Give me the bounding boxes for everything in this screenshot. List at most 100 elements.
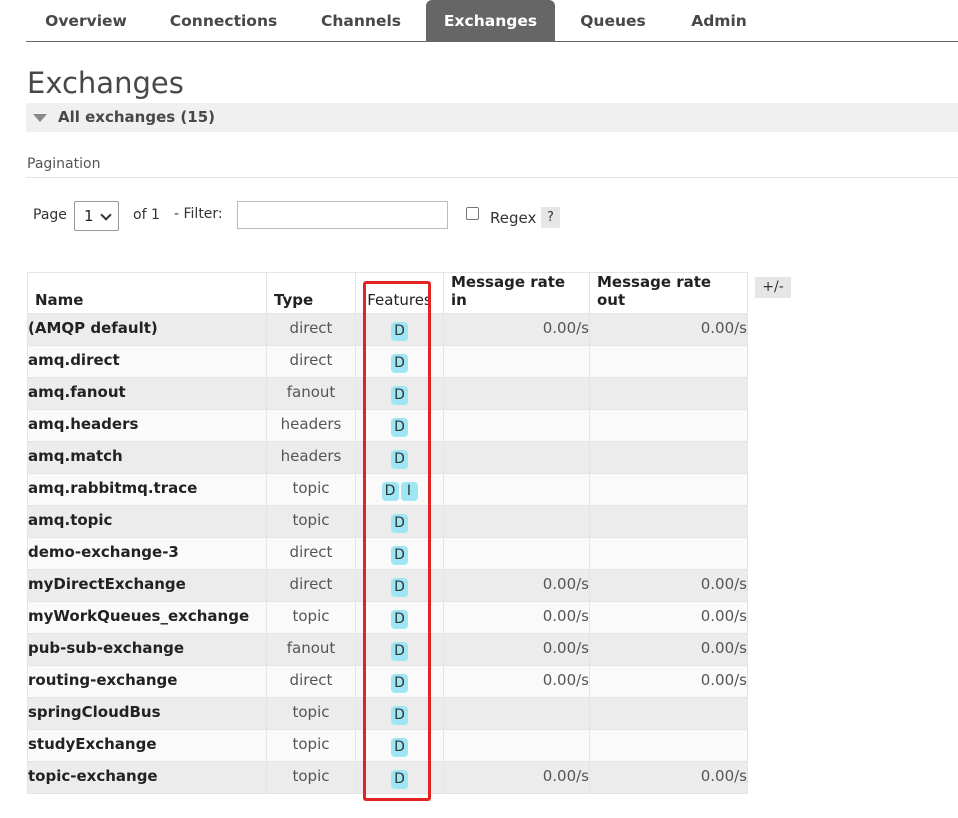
page-select[interactable]: 1 — [74, 201, 119, 231]
message-rate-in — [443, 441, 590, 474]
tab-admin[interactable]: Admin — [674, 0, 764, 41]
page-label: Page — [33, 207, 67, 223]
tab-connections[interactable]: Connections — [157, 0, 290, 41]
exchange-name-link[interactable]: topic-exchange — [27, 761, 267, 794]
exchange-type: headers — [266, 409, 356, 442]
feature-badge[interactable]: D — [381, 482, 399, 501]
regex-help-button[interactable]: ? — [541, 207, 560, 228]
filter-label: - Filter: — [174, 206, 223, 222]
feature-badge[interactable]: D — [391, 322, 408, 341]
feature-badge[interactable]: D — [391, 386, 408, 405]
exchange-features: D — [355, 569, 444, 602]
message-rate-in: 0.00/s — [443, 633, 590, 666]
exchange-type: direct — [266, 569, 356, 602]
feature-badge[interactable]: D — [391, 450, 408, 469]
message-rate-out — [589, 377, 748, 410]
tab-channels[interactable]: Channels — [306, 0, 416, 41]
exchange-name-link[interactable]: amq.rabbitmq.trace — [27, 473, 267, 506]
exchange-name-link[interactable]: amq.match — [27, 441, 267, 474]
exchange-name-link[interactable]: myDirectExchange — [27, 569, 267, 602]
table-row: amq.rabbitmq.trace topic D I — [27, 473, 748, 506]
column-header-type[interactable]: Type — [266, 272, 356, 314]
table-row: pub-sub-exchange fanout D 0.00/s 0.00/s — [27, 633, 748, 666]
page-count-label: of 1 — [133, 207, 160, 223]
message-rate-in: 0.00/s — [443, 601, 590, 634]
exchange-type: direct — [266, 313, 356, 346]
table-row: topic-exchange topic D 0.00/s 0.00/s — [27, 761, 748, 794]
message-rate-out: 0.00/s — [589, 569, 748, 602]
message-rate-out — [589, 729, 748, 762]
message-rate-in — [443, 377, 590, 410]
exchange-name-link[interactable]: springCloudBus — [27, 697, 267, 730]
exchange-type: fanout — [266, 377, 356, 410]
exchange-features: D — [355, 729, 444, 762]
column-header-name[interactable]: Name — [27, 272, 267, 314]
table-row: myWorkQueues_exchange topic D 0.00/s 0.00/s — [27, 601, 748, 634]
message-rate-out — [589, 441, 748, 474]
tab-overview[interactable]: Overview — [26, 0, 146, 41]
all-exchanges-toggle[interactable]: All exchanges (15) — [26, 103, 958, 132]
table-row: amq.match headers D — [27, 441, 748, 474]
feature-badge[interactable]: D — [391, 546, 408, 565]
exchange-features: D — [355, 633, 444, 666]
message-rate-out: 0.00/s — [589, 313, 748, 346]
feature-badge[interactable]: D — [391, 706, 408, 725]
regex-checkbox[interactable] — [466, 207, 479, 220]
exchange-features: D — [355, 409, 444, 442]
chevron-down-icon — [100, 209, 112, 221]
exchange-type: topic — [266, 505, 356, 538]
exchange-features: D — [355, 505, 444, 538]
message-rate-in: 0.00/s — [443, 761, 590, 794]
tab-queues[interactable]: Queues — [567, 0, 659, 41]
table-row: demo-exchange-3 direct D — [27, 537, 748, 570]
exchange-type: topic — [266, 473, 356, 506]
exchange-features: D — [355, 665, 444, 698]
exchange-name-link[interactable]: demo-exchange-3 — [27, 537, 267, 570]
exchange-type: topic — [266, 729, 356, 762]
message-rate-in — [443, 473, 590, 506]
feature-badge[interactable]: D — [391, 770, 408, 789]
exchange-name-link[interactable]: routing-exchange — [27, 665, 267, 698]
feature-badge[interactable]: D — [391, 578, 408, 597]
exchange-name-link[interactable]: amq.topic — [27, 505, 267, 538]
exchange-name-link[interactable]: myWorkQueues_exchange — [27, 601, 267, 634]
column-header-rate-out: Message rate out — [589, 272, 748, 314]
feature-badge[interactable]: D — [391, 642, 408, 661]
exchange-type: direct — [266, 537, 356, 570]
feature-badge[interactable]: D — [391, 514, 408, 533]
exchange-features: D — [355, 761, 444, 794]
divider — [26, 177, 958, 178]
table-row: myDirectExchange direct D 0.00/s 0.00/s — [27, 569, 748, 602]
exchange-name-link[interactable]: pub-sub-exchange — [27, 633, 267, 666]
exchange-name-link[interactable]: amq.headers — [27, 409, 267, 442]
exchange-name-link[interactable]: studyExchange — [27, 729, 267, 762]
feature-badge[interactable]: I — [400, 482, 418, 501]
feature-badge[interactable]: D — [391, 418, 408, 437]
exchange-name-link[interactable]: amq.fanout — [27, 377, 267, 410]
regex-label: Regex — [490, 209, 537, 227]
column-header-rate-in: Message rate in — [443, 272, 590, 314]
feature-badge[interactable]: D — [391, 354, 408, 373]
feature-badge[interactable]: D — [391, 738, 408, 757]
message-rate-in — [443, 537, 590, 570]
exchange-name-link[interactable]: (AMQP default) — [27, 313, 267, 346]
exchange-features: D — [355, 313, 444, 346]
table-row: studyExchange topic D — [27, 729, 748, 762]
column-toggle-button[interactable]: +/- — [755, 277, 791, 298]
filter-input[interactable] — [237, 201, 448, 229]
message-rate-in — [443, 409, 590, 442]
exchange-features: D — [355, 697, 444, 730]
message-rate-out — [589, 697, 748, 730]
exchange-type: topic — [266, 601, 356, 634]
message-rate-out: 0.00/s — [589, 761, 748, 794]
message-rate-in — [443, 505, 590, 538]
message-rate-out — [589, 409, 748, 442]
table-row: amq.fanout fanout D — [27, 377, 748, 410]
feature-badge[interactable]: D — [391, 674, 408, 693]
tab-exchanges[interactable]: Exchanges — [426, 0, 555, 41]
message-rate-out: 0.00/s — [589, 601, 748, 634]
exchange-name-link[interactable]: amq.direct — [27, 345, 267, 378]
section-title: All exchanges (15) — [58, 108, 215, 126]
main-nav: Overview Connections Channels Exchanges … — [26, 0, 958, 42]
feature-badge[interactable]: D — [391, 610, 408, 629]
